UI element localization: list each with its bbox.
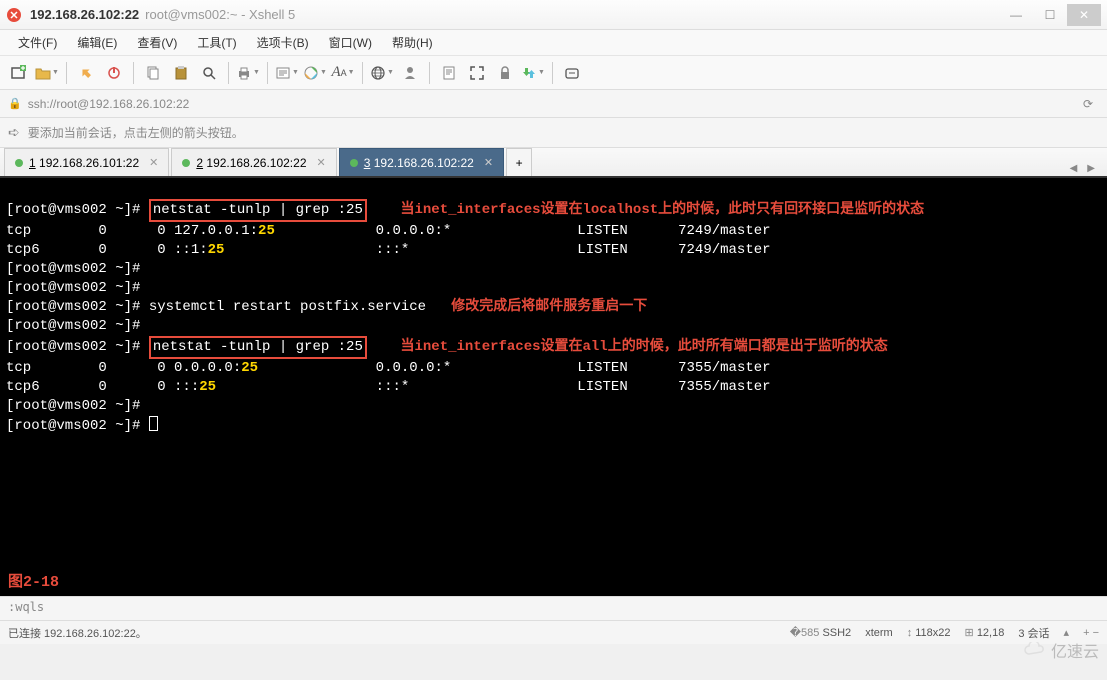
figure-label: 图2-18 — [8, 573, 59, 592]
term-size: 118x22 — [915, 627, 950, 639]
minus-icon[interactable]: − — [1093, 627, 1099, 639]
paste-button[interactable] — [168, 60, 194, 86]
menu-edit[interactable]: 编辑(E) — [69, 31, 125, 54]
window-subtitle: root@vms002:~ - Xshell 5 — [145, 7, 295, 22]
app-icon — [6, 7, 22, 23]
terminal-line: [root@vms002 ~]# — [6, 261, 149, 277]
add-session-arrow-icon[interactable]: ➪ — [8, 124, 20, 141]
address-bar: 🔒 ssh://root@192.168.26.102:22 ⟳ — [0, 90, 1107, 118]
tab-close-icon[interactable]: ✕ — [484, 156, 493, 169]
lock-button[interactable] — [492, 60, 518, 86]
command-line[interactable]: :wqls — [0, 596, 1107, 620]
globe-button[interactable]: ▼ — [369, 60, 395, 86]
terminal[interactable]: [root@vms002 ~]# netstat -tunlp | grep :… — [0, 178, 1107, 596]
print-button[interactable]: ▼ — [235, 60, 261, 86]
properties-button[interactable]: ▼ — [274, 60, 300, 86]
disconnect-button[interactable] — [101, 60, 127, 86]
connection-status: 已连接 192.168.26.102:22。 — [8, 625, 147, 641]
size-icon: ↕ — [907, 627, 913, 639]
tab-scroll-right-icon[interactable]: ▶ — [1083, 161, 1099, 176]
refresh-icon[interactable]: ⟳ — [1077, 97, 1099, 111]
status-bar: 已连接 192.168.26.102:22。 �585 SSH2 xterm ↕… — [0, 620, 1107, 644]
menu-file[interactable]: 文件(F) — [10, 31, 65, 54]
user-button[interactable] — [397, 60, 423, 86]
session-tab-3[interactable]: 3 192.168.26.102:22 ✕ — [339, 148, 504, 176]
fullscreen-button[interactable] — [464, 60, 490, 86]
tab-bar: 1 192.168.26.101:22 ✕ 2 192.168.26.102:2… — [0, 148, 1107, 178]
script-button[interactable] — [436, 60, 462, 86]
terminal-line: tcp 0 0 127.0.0.1:25 0.0.0.0:* LISTEN 72… — [6, 223, 771, 239]
terminal-line: tcp6 0 0 :::25 :::* LISTEN 7355/master — [6, 379, 771, 395]
titlebar: 192.168.26.102:22 root@vms002:~ - Xshell… — [0, 0, 1107, 30]
open-button[interactable]: ▼ — [34, 60, 60, 86]
window-title: 192.168.26.102:22 — [30, 7, 139, 22]
copy-button[interactable] — [140, 60, 166, 86]
terminal-line: [root@vms002 ~]# — [6, 418, 158, 434]
terminal-line: [root@vms002 ~]# — [6, 318, 149, 334]
tab-scroll-left-icon[interactable]: ◀ — [1066, 161, 1082, 176]
status-dot-icon — [350, 159, 358, 167]
terminal-line: [root@vms002 ~]# — [6, 398, 149, 414]
session-tab-2[interactable]: 2 192.168.26.102:22 ✕ — [171, 148, 336, 176]
status-dot-icon — [15, 159, 23, 167]
toolbar: ▼ ▼ ▼ ▼ AA▼ ▼ ▼ — [0, 56, 1107, 90]
plus-icon[interactable]: + — [1083, 627, 1089, 639]
session-url[interactable]: ssh://root@192.168.26.102:22 — [28, 97, 190, 111]
font-button[interactable]: AA▼ — [330, 60, 356, 86]
new-session-button[interactable] — [6, 60, 32, 86]
chevron-up-icon[interactable]: ▴ — [1064, 626, 1070, 639]
terminal-line: tcp 0 0 0.0.0.0:25 0.0.0.0:* LISTEN 7355… — [6, 360, 771, 376]
cloud-icon — [1023, 642, 1047, 658]
tab-close-icon[interactable]: ✕ — [317, 156, 326, 169]
hint-text: 要添加当前会话，点击左侧的箭头按钮。 — [28, 124, 244, 141]
ssh-version: SSH2 — [822, 627, 851, 639]
color-button[interactable]: ▼ — [302, 60, 328, 86]
term-type: xterm — [865, 627, 893, 639]
transfer-button[interactable]: ▼ — [520, 60, 546, 86]
pos-icon: ⊞ — [965, 627, 974, 639]
menu-help[interactable]: 帮助(H) — [384, 31, 441, 54]
reconnect-button[interactable] — [73, 60, 99, 86]
find-button[interactable] — [196, 60, 222, 86]
session-tab-1[interactable]: 1 192.168.26.101:22 ✕ — [4, 148, 169, 176]
terminal-line: [root@vms002 ~]# netstat -tunlp | grep :… — [6, 202, 924, 218]
menu-window[interactable]: 窗口(W) — [321, 31, 380, 54]
hint-bar: ➪ 要添加当前会话，点击左侧的箭头按钮。 — [0, 118, 1107, 148]
terminal-line: [root@vms002 ~]# netstat -tunlp | grep :… — [6, 339, 888, 355]
cursor-pos: 12,18 — [977, 627, 1005, 639]
terminal-line: [root@vms002 ~]# — [6, 280, 149, 296]
new-tab-button[interactable]: + — [506, 148, 532, 176]
cursor-icon — [149, 416, 158, 431]
ssh-icon: �585 — [790, 627, 820, 639]
help-button[interactable] — [559, 60, 585, 86]
tab-close-icon[interactable]: ✕ — [149, 156, 158, 169]
terminal-line: tcp6 0 0 ::1:25 :::* LISTEN 7249/master — [6, 242, 771, 258]
menu-tools[interactable]: 工具(T) — [189, 31, 244, 54]
session-count: 3 会话 — [1018, 625, 1049, 641]
menu-tab[interactable]: 选项卡(B) — [249, 31, 317, 54]
status-dot-icon — [182, 159, 190, 167]
terminal-line: [root@vms002 ~]# systemctl restart postf… — [6, 299, 647, 315]
menu-view[interactable]: 查看(V) — [129, 31, 185, 54]
lock-icon: 🔒 — [8, 97, 22, 110]
close-button[interactable]: ✕ — [1067, 4, 1101, 26]
maximize-button[interactable]: ☐ — [1033, 4, 1067, 26]
minimize-button[interactable]: — — [999, 4, 1033, 26]
menubar: 文件(F) 编辑(E) 查看(V) 工具(T) 选项卡(B) 窗口(W) 帮助(… — [0, 30, 1107, 56]
